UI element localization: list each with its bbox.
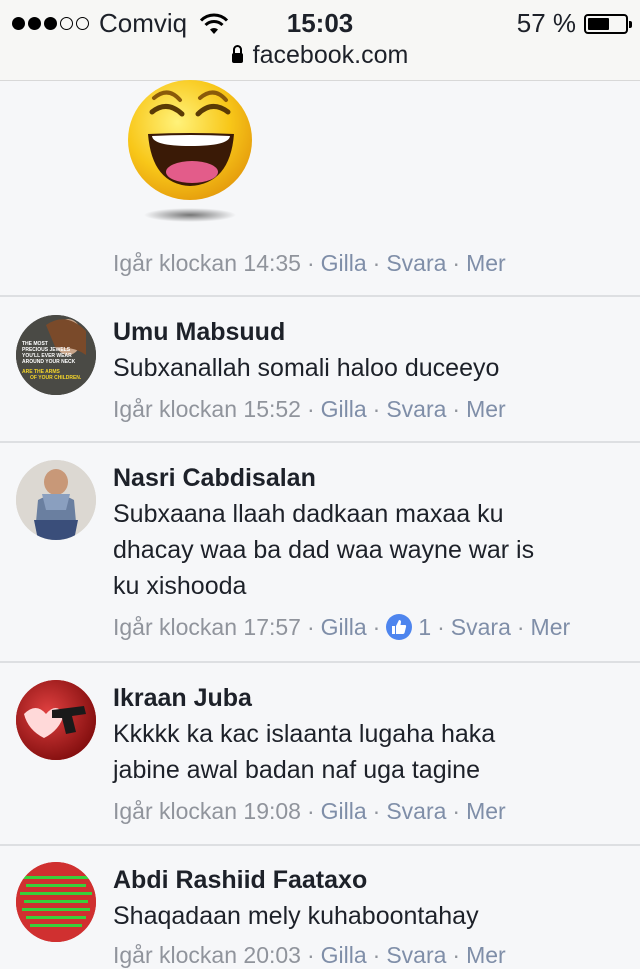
timestamp: Igår klockan 20:03 <box>113 942 301 968</box>
svg-text:OF YOUR CHILDREN.: OF YOUR CHILDREN. <box>30 375 82 381</box>
divider <box>0 661 640 663</box>
comment-text: Subxanallah somali haloo duceeyo <box>113 354 500 382</box>
laughing-emoji-sticker <box>128 80 252 222</box>
commenter-name[interactable]: Umu Mabsuud <box>113 318 285 347</box>
avatar[interactable] <box>16 680 96 760</box>
lock-icon <box>231 45 243 63</box>
comment-meta: Igår klockan 19:08 · Gilla · Svara · Mer <box>113 798 506 824</box>
timestamp: Igår klockan 19:08 <box>113 798 301 824</box>
battery-percent: 57 % <box>516 8 576 38</box>
address-bar[interactable]: facebook.com <box>0 41 640 70</box>
more-button[interactable]: Mer <box>531 614 571 640</box>
more-button[interactable]: Mer <box>466 798 506 824</box>
divider <box>0 844 640 846</box>
comment-text: Shaqadaan mely kuhaboontahay <box>113 902 479 930</box>
more-button[interactable]: Mer <box>466 250 506 276</box>
comment-meta: Igår klockan 15:52 · Gilla · Svara · Mer <box>113 396 506 422</box>
battery-icon <box>584 13 632 34</box>
battery-level <box>588 17 609 30</box>
reply-button[interactable]: Svara <box>451 614 511 640</box>
timestamp: Igår klockan 14:35 <box>113 250 301 276</box>
like-button[interactable]: Gilla <box>321 942 367 968</box>
svg-text:AROUND YOUR NECK: AROUND YOUR NECK <box>22 359 76 365</box>
avatar-image: THE MOST PRECIOUS JEWELS YOU'LL EVER WEA… <box>16 315 96 395</box>
reply-button[interactable]: Svara <box>386 942 446 968</box>
reply-button[interactable]: Svara <box>386 396 446 422</box>
avatar[interactable]: THE MOST PRECIOUS JEWELS YOU'LL EVER WEA… <box>16 315 96 395</box>
comment-text: Subxaana llaah dadkaan maxaa ku dhacay w… <box>113 500 535 600</box>
divider <box>0 441 640 443</box>
avatar[interactable] <box>16 460 96 540</box>
comment-meta: Igår klockan 20:03 · Gilla · Svara · Mer <box>113 942 506 968</box>
like-button[interactable]: Gilla <box>321 396 367 422</box>
like-button[interactable]: Gilla <box>321 798 367 824</box>
avatar-image <box>16 680 96 760</box>
like-count-icon <box>386 614 413 640</box>
more-button[interactable]: Mer <box>466 396 506 422</box>
like-count[interactable]: 1 <box>418 614 431 640</box>
reply-button[interactable]: Svara <box>386 798 446 824</box>
reply-button[interactable]: Svara <box>386 250 446 276</box>
commenter-name[interactable]: Ikraan Juba <box>113 684 252 713</box>
avatar-image <box>16 862 96 942</box>
commenter-name[interactable]: Nasri Cabdisalan <box>113 464 316 493</box>
timestamp: Igår klockan 15:52 <box>113 396 301 422</box>
avatar-image <box>16 460 96 540</box>
divider <box>0 295 640 297</box>
like-button[interactable]: Gilla <box>321 250 367 276</box>
like-button[interactable]: Gilla <box>321 614 367 640</box>
status-bar: Comviq 15:03 57 % facebook.com <box>0 0 640 81</box>
comment-meta: Igår klockan 14:35 · Gilla · Svara · Mer <box>113 250 506 276</box>
commenter-name[interactable]: Abdi Rashiid Faataxo <box>113 866 367 895</box>
battery-indicator: 57 % <box>516 8 632 39</box>
more-button[interactable]: Mer <box>466 942 506 968</box>
timestamp: Igår klockan 17:57 <box>113 614 301 640</box>
url-text: facebook.com <box>252 41 409 69</box>
comment-meta: Igår klockan 17:57 · Gilla · 1 · Svara · Mer <box>113 614 571 640</box>
avatar[interactable] <box>16 862 96 942</box>
comment-text: Kkkkk ka kac islaanta lugaha haka jabine… <box>113 720 496 784</box>
